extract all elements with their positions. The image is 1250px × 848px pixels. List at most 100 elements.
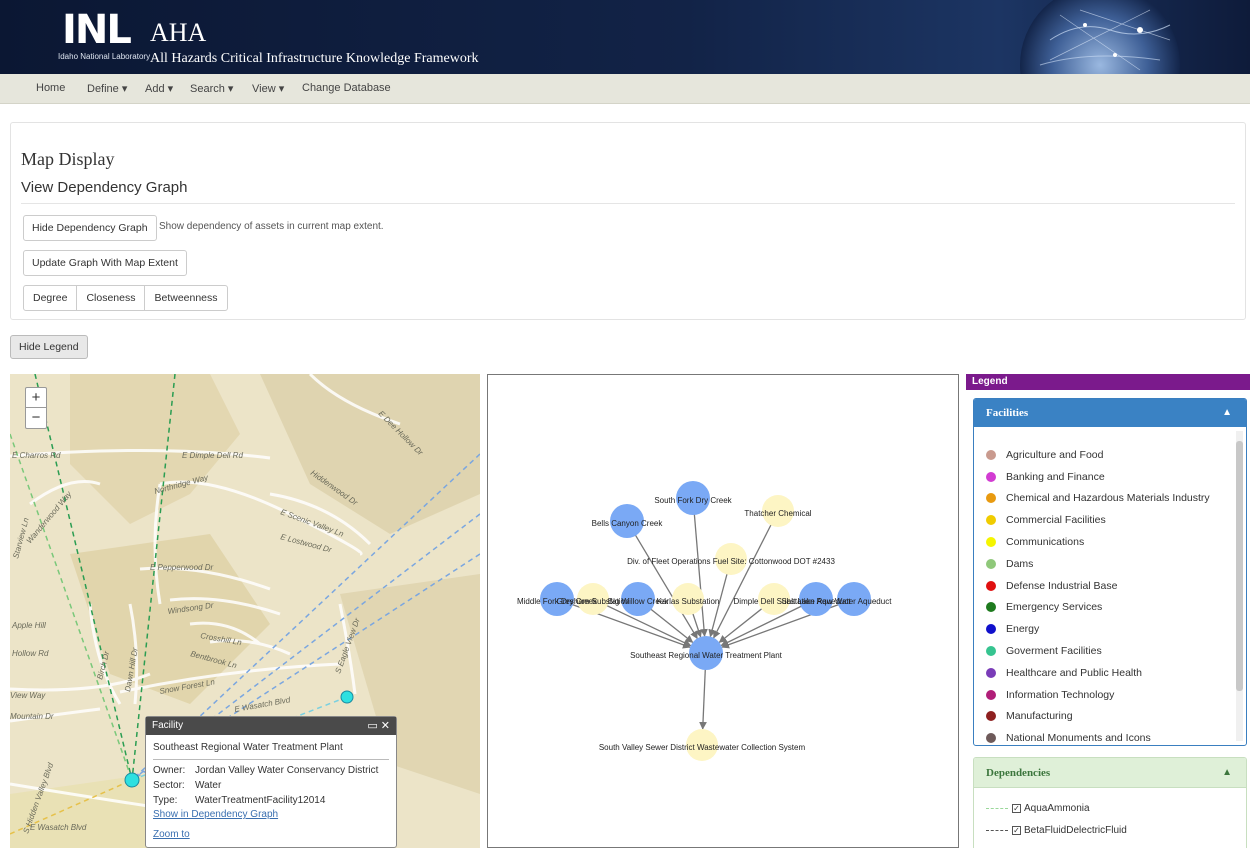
section-title: View Dependency Graph xyxy=(21,179,188,196)
popup-type: Type: WaterTreatmentFacility12014 xyxy=(153,795,325,806)
graph-canvas[interactable]: South Fork Dry Creek Bells Canyon Creek Th… xyxy=(488,375,959,848)
facility-label: Information Technology xyxy=(1006,688,1115,701)
update-graph-button[interactable]: Update Graph With Map Extent xyxy=(23,250,187,276)
divider xyxy=(153,759,389,760)
dependency-item[interactable]: ✓ AquaAmmonia xyxy=(986,803,1090,814)
facility-label: Healthcare and Public Health xyxy=(1006,666,1142,679)
facilities-list: Agriculture and Food Banking and Finance C… xyxy=(986,444,1210,745)
divider xyxy=(21,203,1235,204)
popup-owner: Owner: Jordan Valley Water Conservancy Di… xyxy=(153,765,378,776)
graph-node-label: Div. of Fleet Operations Fuel Site: Cott… xyxy=(627,557,835,566)
inl-logo[interactable]: INL Idaho National Laboratory xyxy=(58,6,150,64)
nav-define[interactable]: Define ▾ xyxy=(87,82,127,95)
dependencies-title: Dependencies xyxy=(986,767,1051,779)
map-view[interactable]: E Charros Rd E Dimple Dell Rd Northridge… xyxy=(10,374,480,848)
nav-change-database[interactable]: Change Database xyxy=(302,82,391,94)
selected-facility-marker xyxy=(124,772,140,788)
hide-dependency-graph-button[interactable]: Hide Dependency Graph xyxy=(23,215,157,241)
app-subtitle: All Hazards Critical Infrastructure Know… xyxy=(150,51,479,66)
nav-view[interactable]: View ▾ xyxy=(252,82,284,95)
graph-node-label: Karlas Substation xyxy=(657,597,720,606)
map-display-panel: Map Display View Dependency Graph Hide D… xyxy=(10,122,1246,320)
facility-label: Chemical and Hazardous Materials Industr… xyxy=(1006,492,1210,505)
logo-text: INL xyxy=(62,7,132,53)
dependency-item[interactable]: ✓ BetaFluidDelectricFluid xyxy=(986,825,1127,836)
zoom-out-button[interactable]: − xyxy=(26,408,46,428)
dependencies-panel-header[interactable]: Dependencies ▲ xyxy=(974,758,1246,788)
scrollbar-thumb[interactable] xyxy=(1236,441,1243,691)
nav-add[interactable]: Add ▾ xyxy=(145,82,173,95)
app-title: AHA xyxy=(150,18,207,47)
owner-value: Jordan Valley Water Conservancy District xyxy=(195,765,379,776)
hide-legend-button[interactable]: Hide Legend xyxy=(10,335,88,359)
facility-legend-item: Commercial Facilities xyxy=(986,509,1210,531)
zoom-in-button[interactable]: + xyxy=(26,388,46,408)
popup-facility-name: Southeast Regional Water Treatment Plant xyxy=(153,742,343,753)
hide-graph-note: Show dependency of assets in current map… xyxy=(159,221,384,232)
facility-color-dot xyxy=(986,471,996,482)
graph-edge xyxy=(713,510,779,639)
facility-color-dot xyxy=(986,689,996,700)
chevron-up-icon[interactable]: ▲ xyxy=(1222,399,1232,427)
facility-color-dot xyxy=(986,493,996,504)
facility-label: Defense Industrial Base xyxy=(1006,579,1118,592)
checkbox[interactable]: ✓ xyxy=(1012,804,1021,813)
facility-legend-item: Banking and Finance xyxy=(986,466,1210,488)
facility-label: Banking and Finance xyxy=(1006,470,1105,483)
page-title: Map Display xyxy=(21,149,115,169)
legend-header: Legend xyxy=(966,374,1250,390)
street-label: E Wasatch Blvd xyxy=(234,695,292,714)
facility-legend-item: Goverment Facilities xyxy=(986,640,1210,662)
dependency-label: BetaFluidDelectricFluid xyxy=(1024,825,1127,836)
sector-value: Water xyxy=(195,780,222,791)
dependency-graph[interactable]: South Fork Dry Creek Bells Canyon Creek Th… xyxy=(487,374,959,848)
facilities-panel: Facilities ▲ Agriculture and Food Banking… xyxy=(973,398,1247,746)
facilities-panel-header[interactable]: Facilities ▲ xyxy=(974,399,1246,427)
facility-legend-item: Manufacturing xyxy=(986,706,1210,728)
facility-color-dot xyxy=(986,580,996,591)
facility-legend-item: Chemical and Hazardous Materials Industr… xyxy=(986,488,1210,510)
closeness-button[interactable]: Closeness xyxy=(77,286,146,310)
street-label: E Wasatch Blvd xyxy=(30,823,87,832)
facility-label: Energy xyxy=(1006,623,1040,636)
facility-color-dot xyxy=(986,624,996,635)
graph-node-label: Bells Canyon Creek xyxy=(592,519,664,528)
facility-color-dot xyxy=(986,515,996,526)
nav-home[interactable]: Home xyxy=(36,82,65,94)
street-label: View Way xyxy=(10,691,46,700)
facility-color-dot xyxy=(986,449,996,460)
graph-edge xyxy=(692,497,708,637)
facility-legend-item: Emergency Services xyxy=(986,597,1210,619)
street-label: E Pepperwood Dr xyxy=(150,563,213,572)
betweenness-button[interactable]: Betweenness xyxy=(145,286,226,310)
facilities-scrollbar[interactable] xyxy=(1236,431,1243,741)
owner-label: Owner: xyxy=(153,765,186,776)
dependency-label: AquaAmmonia xyxy=(1024,803,1090,814)
popup-window-controls[interactable]: ▭ ✕ xyxy=(367,717,390,735)
chevron-up-icon[interactable]: ▲ xyxy=(1222,758,1232,788)
facility-popup: Facility ▭ ✕ Southeast Regional Water Tr… xyxy=(145,716,397,848)
graph-node-label: Thatcher Chemical xyxy=(744,509,811,518)
street-label: Apple Hill xyxy=(11,621,46,630)
street-label: Mountain Dr xyxy=(10,712,54,721)
checkbox[interactable]: ✓ xyxy=(1012,826,1021,835)
facility-legend-item: Dams xyxy=(986,553,1210,575)
facility-marker xyxy=(340,690,354,704)
sector-label: Sector: xyxy=(153,780,185,791)
facility-label: Communications xyxy=(1006,536,1085,549)
popup-title: Facility xyxy=(152,720,184,731)
facility-color-dot xyxy=(986,733,996,744)
popup-sector: Sector: Water xyxy=(153,780,221,791)
graph-node-label: South Valley Sewer District Wastewater C… xyxy=(599,743,806,752)
degree-button[interactable]: Degree xyxy=(24,286,78,310)
show-in-dependency-graph-link[interactable]: Show in Dependency Graph xyxy=(153,809,278,820)
facility-legend-item: Information Technology xyxy=(986,684,1210,706)
zoom-control: + − xyxy=(25,387,47,429)
facility-label: Dams xyxy=(1006,557,1034,570)
nav-search[interactable]: Search ▾ xyxy=(190,82,233,95)
type-label: Type: xyxy=(153,795,178,806)
zoom-to-link[interactable]: Zoom to xyxy=(153,829,190,840)
facility-color-dot xyxy=(986,602,996,613)
facility-label: Manufacturing xyxy=(1006,710,1073,723)
street-label: E Dimple Dell Rd xyxy=(182,451,243,460)
